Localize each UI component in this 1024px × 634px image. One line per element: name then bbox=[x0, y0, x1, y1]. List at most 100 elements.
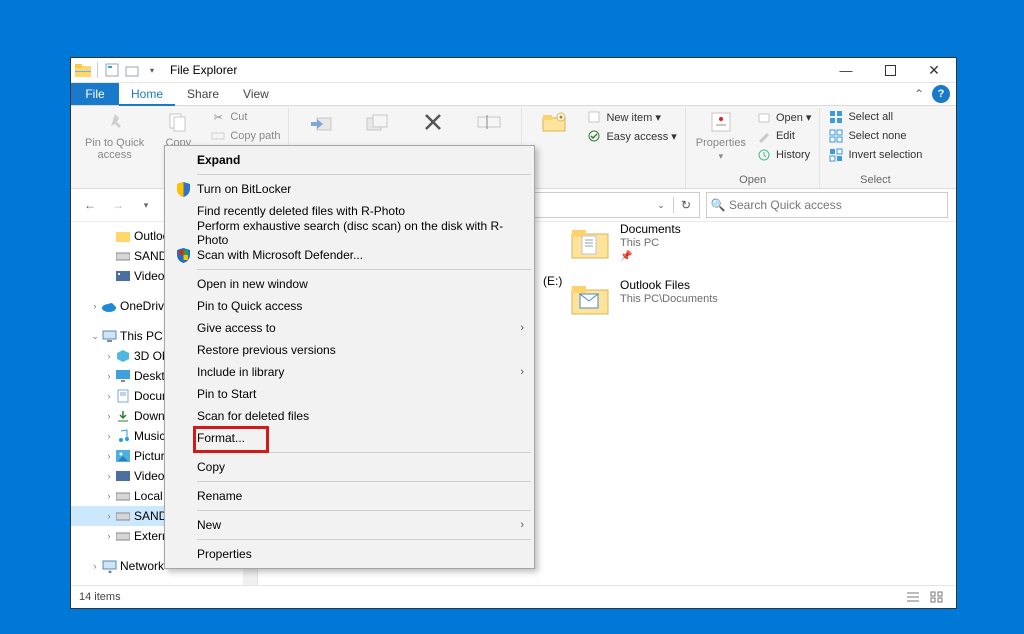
menu-include-lib[interactable]: Include in library› bbox=[167, 361, 532, 383]
select-none-button[interactable]: Select none bbox=[826, 127, 924, 145]
search-input[interactable]: 🔍 Search Quick access bbox=[706, 192, 948, 218]
delete-icon bbox=[419, 108, 447, 136]
menu-scan-deleted[interactable]: Scan for deleted files bbox=[167, 405, 532, 427]
maximize-button[interactable] bbox=[868, 58, 912, 82]
folder-icon bbox=[568, 278, 612, 318]
tile-outlook[interactable]: Outlook Files This PC\Documents bbox=[568, 278, 758, 318]
menu-restore[interactable]: Restore previous versions bbox=[167, 339, 532, 361]
address-dropdown-icon[interactable]: ⌄ bbox=[650, 193, 672, 217]
menu-expand[interactable]: Expand bbox=[167, 149, 532, 171]
delete-button[interactable] bbox=[407, 108, 459, 149]
menu-open-new[interactable]: Open in new window bbox=[167, 273, 532, 295]
copy-path-button[interactable]: Copy path bbox=[208, 127, 282, 145]
open-button[interactable]: Open ▾ bbox=[754, 108, 814, 126]
drive-icon bbox=[115, 488, 131, 504]
tiles-view-button[interactable] bbox=[926, 589, 948, 605]
documents-icon bbox=[115, 388, 131, 404]
menu-rename[interactable]: Rename bbox=[167, 485, 532, 507]
close-button[interactable]: ✕ bbox=[912, 58, 956, 82]
back-button[interactable]: ← bbox=[79, 194, 101, 216]
select-all-button[interactable]: Select all bbox=[826, 108, 924, 126]
titlebar: ▾ File Explorer — ✕ bbox=[71, 58, 956, 83]
minimize-button[interactable]: — bbox=[824, 58, 868, 82]
app-icon bbox=[75, 62, 91, 78]
cube-icon bbox=[115, 348, 131, 364]
edit-icon bbox=[756, 128, 772, 144]
item-count: 14 items bbox=[79, 591, 121, 603]
menu-rphoto-exhaustive[interactable]: Perform exhaustive search (disc scan) on… bbox=[167, 222, 532, 244]
tab-home[interactable]: Home bbox=[119, 83, 175, 106]
invert-selection-button[interactable]: Invert selection bbox=[826, 146, 924, 164]
invert-icon bbox=[828, 147, 844, 163]
history-button[interactable]: History bbox=[754, 146, 814, 164]
menu-give-access[interactable]: Give access to› bbox=[167, 317, 532, 339]
video-icon bbox=[115, 468, 131, 484]
qat-properties-icon[interactable] bbox=[104, 62, 120, 78]
new-folder-button[interactable]: ✦ bbox=[528, 108, 580, 149]
group-open-label: Open bbox=[692, 174, 814, 188]
edit-button[interactable]: Edit bbox=[754, 127, 814, 145]
copyto-button[interactable] bbox=[351, 108, 403, 149]
shield-icon bbox=[171, 180, 195, 198]
easy-access-button[interactable]: Easy access ▾ bbox=[584, 127, 678, 145]
tab-view[interactable]: View bbox=[231, 83, 281, 105]
menu-defender[interactable]: Scan with Microsoft Defender... bbox=[167, 244, 532, 266]
tab-file[interactable]: File bbox=[71, 83, 119, 105]
music-icon bbox=[115, 428, 131, 444]
defender-icon bbox=[171, 246, 195, 264]
easy-access-icon bbox=[586, 128, 602, 144]
window-title: File Explorer bbox=[170, 63, 237, 77]
select-none-icon bbox=[828, 128, 844, 144]
collapse-ribbon-icon[interactable]: ⌃ bbox=[906, 83, 932, 105]
scissors-icon: ✂ bbox=[210, 109, 226, 125]
file-explorer-window: ▾ File Explorer — ✕ File Home Share View… bbox=[70, 57, 957, 609]
drive-icon bbox=[115, 528, 131, 544]
forward-button[interactable]: → bbox=[107, 194, 129, 216]
menu-copy[interactable]: Copy bbox=[167, 456, 532, 478]
status-bar: 14 items bbox=[71, 585, 956, 608]
network-icon bbox=[101, 558, 117, 574]
folder-icon bbox=[115, 228, 131, 244]
refresh-button[interactable]: ↻ bbox=[675, 193, 697, 217]
desktop-icon bbox=[115, 368, 131, 384]
history-icon bbox=[756, 147, 772, 163]
copyto-icon bbox=[363, 108, 391, 136]
details-view-button[interactable] bbox=[902, 589, 924, 605]
qat-dropdown-icon[interactable]: ▾ bbox=[144, 62, 160, 78]
menu-properties[interactable]: Properties bbox=[167, 543, 532, 565]
rename-icon bbox=[475, 108, 503, 136]
pc-icon bbox=[101, 328, 117, 344]
cut-button[interactable]: ✂Cut bbox=[208, 108, 282, 126]
copy-button[interactable]: Copy bbox=[152, 108, 204, 149]
drive-icon bbox=[115, 508, 131, 524]
folder-icon bbox=[568, 222, 612, 262]
group-select-label: Select bbox=[826, 174, 924, 188]
copy-icon bbox=[164, 108, 192, 136]
menu-bitlocker[interactable]: Turn on BitLocker bbox=[167, 178, 532, 200]
tile-documents[interactable]: Documents This PC 📌 bbox=[568, 222, 758, 264]
drive-icon bbox=[115, 248, 131, 264]
tab-share[interactable]: Share bbox=[175, 83, 231, 105]
recent-button[interactable]: ▾ bbox=[135, 194, 157, 216]
moveto-button[interactable] bbox=[295, 108, 347, 149]
properties-button[interactable]: Properties▾ bbox=[692, 108, 750, 162]
cloud-icon bbox=[101, 298, 117, 314]
menu-new[interactable]: New› bbox=[167, 514, 532, 536]
pin-icon bbox=[101, 108, 129, 136]
help-icon[interactable]: ? bbox=[932, 85, 950, 103]
menu-pin-quick[interactable]: Pin to Quick access bbox=[167, 295, 532, 317]
rename-button[interactable] bbox=[463, 108, 515, 149]
menu-format[interactable]: Format... bbox=[167, 427, 532, 449]
moveto-icon bbox=[307, 108, 335, 136]
new-item-icon bbox=[586, 109, 602, 125]
pin-quick-button[interactable]: Pin to Quickaccess bbox=[81, 108, 148, 161]
video-icon bbox=[115, 268, 131, 284]
context-menu: Expand Turn on BitLocker Find recently d… bbox=[164, 145, 535, 569]
svg-text:✦: ✦ bbox=[558, 113, 565, 122]
ribbon-tabs: File Home Share View ⌃ ? bbox=[71, 83, 956, 106]
qat-new-folder-icon[interactable] bbox=[124, 62, 140, 78]
new-item-button[interactable]: New item ▾ bbox=[584, 108, 678, 126]
menu-pin-start[interactable]: Pin to Start bbox=[167, 383, 532, 405]
new-folder-icon: ✦ bbox=[540, 108, 568, 136]
downloads-icon bbox=[115, 408, 131, 424]
